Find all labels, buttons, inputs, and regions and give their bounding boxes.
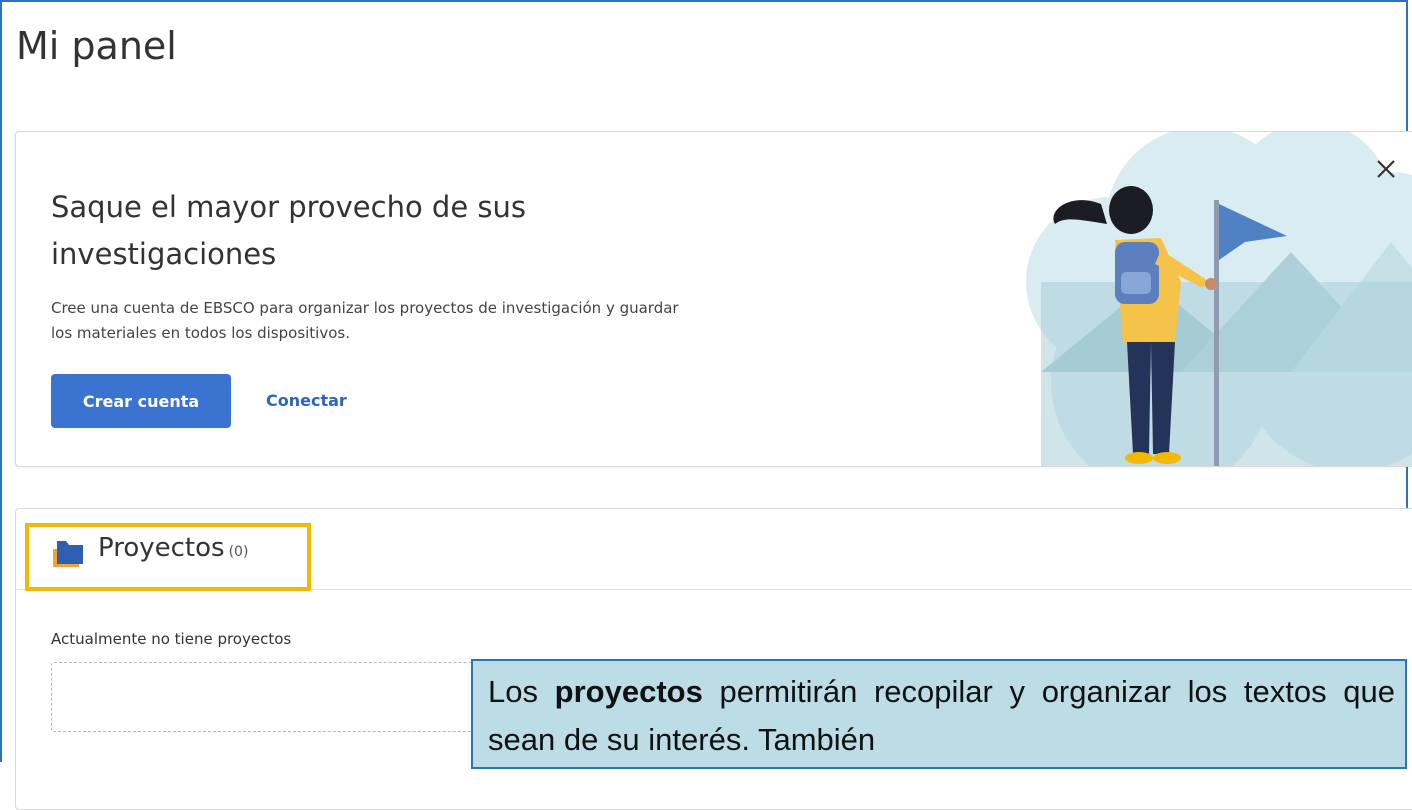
highlight-box — [25, 523, 311, 591]
empty-projects-text: Actualmente no tiene proyectos — [51, 630, 292, 648]
empty-projects-placeholder — [51, 662, 481, 732]
callout-prefix: Los — [488, 674, 555, 709]
login-link[interactable]: Conectar — [266, 374, 347, 428]
promo-card: Saque el mayor provecho de sus investiga… — [15, 131, 1412, 467]
promo-title: Saque el mayor provecho de sus investiga… — [51, 190, 527, 271]
page-title: Mi panel — [16, 24, 177, 68]
woman-with-flag-illustration — [1011, 132, 1412, 466]
close-icon[interactable] — [1371, 154, 1401, 184]
create-account-button[interactable]: Crear cuenta — [51, 374, 231, 428]
callout-bold: proyectos — [554, 674, 703, 709]
info-callout: Los proyectos permitirán recopilar y org… — [471, 659, 1407, 769]
promo-description: Cree una cuenta de EBSCO para organizar … — [51, 299, 679, 342]
